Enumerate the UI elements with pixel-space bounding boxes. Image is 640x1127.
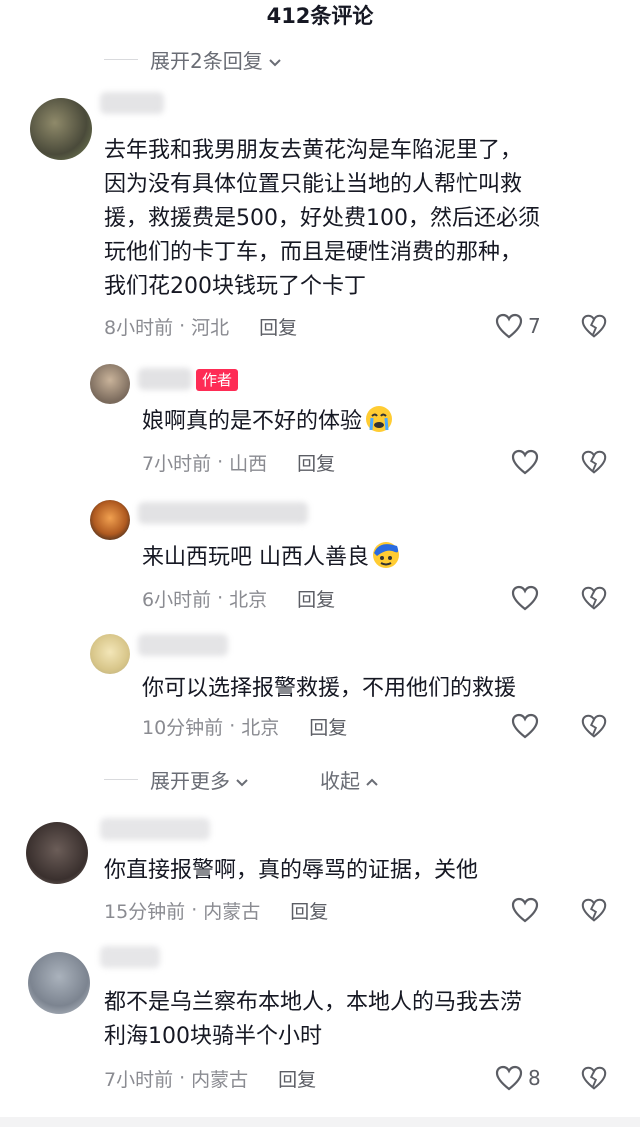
comment-time: 10分钟前 [142,716,224,739]
comment-line: 援，救援费是500，好处费100，然后还必须 [104,206,540,231]
comment-location: 河北 [191,316,230,339]
comment-line: 来山西玩吧 山西人善良 [142,545,369,570]
reply-button[interactable]: 回复 [259,313,297,340]
dislike-icon[interactable] [580,312,608,340]
reply-button[interactable]: 回复 [297,449,335,476]
dislike-icon[interactable] [580,896,608,924]
comment-location: 内蒙古 [203,900,261,923]
comment-text: 你可以选择报警救援，不用他们的救援 [142,672,516,706]
comment-line: 娘啊真的是不好的体验 [142,409,363,434]
like-group[interactable]: 7 [494,311,542,341]
heart-icon[interactable] [510,448,540,476]
heart-icon[interactable] [510,712,540,740]
bottom-divider [0,1117,640,1127]
avatar[interactable] [26,822,88,884]
divider-line [104,778,138,780]
comment-line: 因为没有具体位置只能让当地的人帮忙叫救 [104,172,523,197]
comment-text: 你直接报警啊，真的辱骂的证据，关他 [104,854,478,888]
comment-line: 你可以选择报警救援，不用他们的救援 [142,676,517,701]
chevron-down-icon [234,771,250,787]
username-blurred[interactable] [100,946,160,968]
avatar[interactable] [90,634,130,674]
crying-face-icon [364,404,394,445]
comment-meta: 15分钟前 · 内蒙古 回复 [104,896,328,924]
expand-replies-button[interactable]: 展开2条回复 [104,44,283,74]
comment-meta: 7小时前 · 内蒙古 回复 [104,1064,316,1092]
divider-line [104,58,138,60]
meta-separator: · [217,587,224,609]
heart-icon[interactable] [510,896,540,924]
reply-button[interactable]: 回复 [278,1065,316,1092]
meta-separator: · [217,451,224,473]
comment-text: 来山西玩吧 山西人善良 [142,540,401,581]
heart-icon[interactable] [494,1064,524,1092]
expand-more-label: 展开更多 [150,768,230,793]
expand-replies-label: 展开2条回复 [150,48,263,73]
chevron-down-icon [267,51,283,67]
dislike-icon[interactable] [580,1064,608,1092]
expand-more-button[interactable]: 展开更多 [104,764,250,794]
heart-icon[interactable] [510,584,540,612]
comment-meta: 6小时前 · 北京 回复 [142,584,335,612]
dislike-icon[interactable] [580,448,608,476]
comment-meta: 10分钟前 · 北京 回复 [142,712,347,740]
collapse-button[interactable]: 收起 [320,764,380,794]
comment-location: 山西 [229,452,268,475]
like-count: 8 [528,1066,541,1090]
comment-meta: 8小时前 · 河北 回复 [104,312,297,340]
comment-line: 去年我和我男朋友去黄花沟是车陷泥里了， [104,138,523,163]
comment-text: 娘啊真的是不好的体验 [142,404,394,445]
comment-time: 6小时前 [142,588,212,611]
username-blurred[interactable] [100,818,210,840]
comment-line: 利海100块骑半个小时 [104,1024,322,1049]
meta-separator: · [191,899,198,921]
username-blurred[interactable] [138,368,192,390]
comment-line: 都不是乌兰察布本地人，本地人的马我去涝 [104,990,523,1015]
avatar[interactable] [30,98,92,160]
comment-line: 你直接报警啊，真的辱骂的证据，关他 [104,858,479,883]
dislike-icon[interactable] [580,712,608,740]
username-blurred[interactable] [138,502,308,524]
blue-face-icon [371,540,401,581]
author-badge: 作者 [196,369,239,391]
avatar[interactable] [28,952,90,1014]
comment-count-title: 412条评论 [266,4,374,28]
avatar[interactable] [90,364,130,404]
comment-meta: 7小时前 · 山西 回复 [142,448,335,476]
chevron-up-icon [364,771,380,787]
comment-time: 8小时前 [104,316,174,339]
reply-button[interactable]: 回复 [309,713,347,740]
heart-icon[interactable] [494,312,524,340]
comment-time: 15分钟前 [104,900,186,923]
comment-location: 内蒙古 [191,1068,249,1091]
comments-header: 412条评论 [0,0,640,36]
dislike-icon[interactable] [580,584,608,612]
reply-button[interactable]: 回复 [290,897,328,924]
like-group[interactable]: 8 [494,1063,542,1093]
comment-line: 玩他们的卡丁车，而且是硬性消费的那种， [104,240,523,265]
comment-location: 北京 [241,716,280,739]
collapse-label: 收起 [320,768,360,793]
comment-time: 7小时前 [142,452,212,475]
avatar[interactable] [90,500,130,540]
username-blurred[interactable] [100,92,164,114]
meta-separator: · [179,1067,186,1089]
username-blurred[interactable] [138,634,228,656]
meta-separator: · [179,315,186,337]
comment-line: 我们花200块钱玩了个卡丁 [104,274,366,299]
like-count: 7 [528,314,541,338]
comment-location: 北京 [229,588,268,611]
comment-time: 7小时前 [104,1068,174,1091]
reply-button[interactable]: 回复 [297,585,335,612]
meta-separator: · [229,715,236,737]
